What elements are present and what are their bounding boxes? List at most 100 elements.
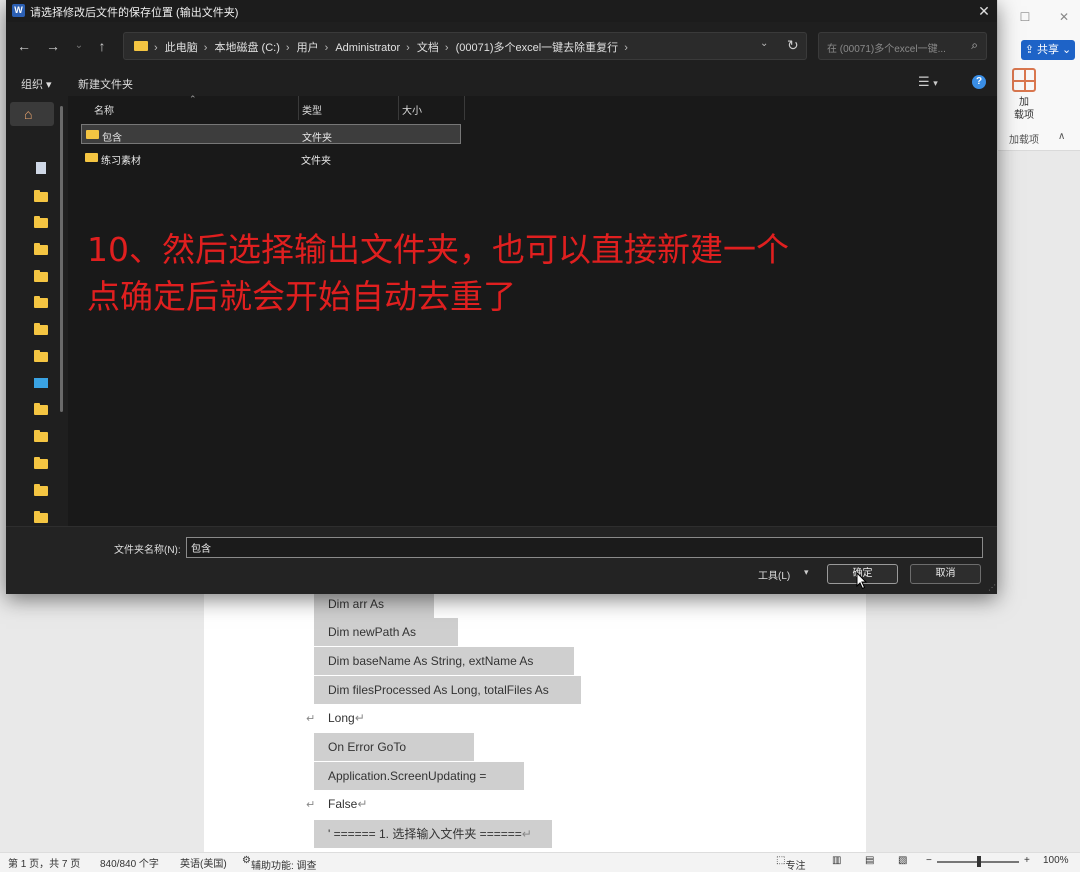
document-icon[interactable] <box>36 162 46 174</box>
search-placeholder: 在 (00071)多个excel一键... <box>827 44 946 55</box>
nav-folder-icon[interactable] <box>34 511 48 523</box>
breadcrumb-item[interactable]: 本地磁盘 (C:) <box>214 42 279 54</box>
list-item[interactable]: 包含 文件夹 <box>81 124 461 144</box>
column-header-size[interactable]: 大小 <box>402 102 422 117</box>
dialog-titlebar: W 请选择修改后文件的保存位置 (输出文件夹) ✕ <box>6 0 997 22</box>
nav-folder-icon[interactable] <box>34 296 48 308</box>
zoom-in-icon[interactable]: + <box>1024 855 1030 866</box>
code-line[interactable]: Application.ScreenUpdating = False↵ <box>314 762 524 811</box>
resize-grip-icon[interactable]: ⋰ <box>988 583 996 592</box>
web-layout-icon[interactable]: ▧ <box>898 855 907 866</box>
nav-folder-icon[interactable] <box>34 430 48 442</box>
chevron-down-icon[interactable]: ▾ <box>804 567 809 578</box>
print-layout-icon[interactable]: ▤ <box>865 855 874 866</box>
forward-arrow-icon[interactable]: → <box>43 36 63 56</box>
status-bar: 第 1 页，共 7 页 840/840 个字 英语(美国) ⚙ 辅助功能: 调查… <box>0 852 1080 872</box>
help-icon[interactable]: ? <box>972 75 986 89</box>
nav-folder-icon[interactable] <box>34 190 48 202</box>
column-divider[interactable] <box>298 96 299 120</box>
search-icon[interactable]: ⌕ <box>971 38 978 53</box>
pictures-icon[interactable] <box>34 378 48 388</box>
organize-menu[interactable]: 组织 ▾ <box>21 76 52 92</box>
code-line[interactable]: On Error GoTo ErrHandler↵ <box>314 733 474 782</box>
file-name: 包含 <box>102 133 122 144</box>
share-button[interactable]: ⇪ 共享 ⌄ <box>1021 40 1075 60</box>
folder-icon <box>85 153 98 162</box>
word-app-icon: W <box>12 4 25 17</box>
chevron-right-icon[interactable]: › <box>624 42 628 54</box>
nav-folder-icon[interactable] <box>34 403 48 415</box>
nav-folder-icon[interactable] <box>34 350 48 362</box>
column-header-type[interactable]: 类型 <box>302 102 322 117</box>
read-mode-icon[interactable]: ▥ <box>832 855 841 866</box>
dialog-footer: 文件夹名称(N): 工具(L) ▾ 确定 取消 <box>6 526 997 594</box>
close-icon[interactable]: ✕ <box>1054 8 1074 26</box>
chevron-down-icon[interactable]: ⌄ <box>760 38 768 49</box>
addins-icon[interactable] <box>1012 68 1036 92</box>
code-line[interactable]: Dim baseName As String, extName As Strin… <box>314 647 574 696</box>
collapse-ribbon-icon[interactable]: ∧ <box>1058 131 1065 142</box>
mouse-cursor-icon <box>856 572 868 590</box>
tutorial-annotation: 10、然后选择输出文件夹，也可以直接新建一个 点确定后就会开始自动去重了 <box>87 226 789 320</box>
code-text: ' ====== 1. 选择输入文件夹 ====== <box>328 827 522 841</box>
accessibility-label: 辅助功能: 调查 <box>250 861 317 872</box>
maximize-icon[interactable]: ☐ <box>1015 8 1035 26</box>
annotation-line: 点确定后就会开始自动去重了 <box>87 277 516 316</box>
breadcrumb: › 此电脑 › 本地磁盘 (C:) › 用户 › Administrator › 文档 ›… <box>152 39 632 55</box>
nav-folder-icon[interactable] <box>34 243 48 255</box>
code-line[interactable]: ' ====== 1. 选择输入文件夹 ======↵ <box>314 820 552 848</box>
code-line[interactable]: Dim newPath As String↵ <box>314 618 458 667</box>
new-folder-button[interactable]: 新建文件夹 <box>78 76 133 92</box>
list-item[interactable]: 练习素材 文件夹 <box>81 148 461 168</box>
back-arrow-icon[interactable]: ← <box>14 36 34 56</box>
nav-folder-icon[interactable] <box>34 457 48 469</box>
file-type: 文件夹 <box>301 156 331 167</box>
chevron-right-icon[interactable]: › <box>406 42 410 54</box>
dialog-close-button[interactable]: ✕ <box>974 2 994 20</box>
chevron-right-icon[interactable]: › <box>286 42 290 54</box>
folder-name-field[interactable] <box>186 537 983 558</box>
nav-scrollbar[interactable] <box>60 106 63 412</box>
zoom-level[interactable]: 100% <box>1043 855 1069 866</box>
search-input[interactable]: 在 (00071)多个excel一键... ⌕ <box>818 32 987 60</box>
view-options-icon[interactable]: ☰ ▾ <box>918 74 938 90</box>
addins-label[interactable]: 加 载项 <box>1004 96 1044 122</box>
zoom-out-icon[interactable]: − <box>926 855 932 866</box>
breadcrumb-item[interactable]: 此电脑 <box>165 42 198 54</box>
code-line[interactable]: Dim filesProcessed As Long, totalFiles A… <box>314 676 581 725</box>
nav-home[interactable]: ⌂ <box>10 102 54 126</box>
nav-folder-icon[interactable] <box>34 216 48 228</box>
breadcrumb-item[interactable]: 用户 <box>297 42 319 54</box>
navigation-pane: ⌂ <box>6 96 69 526</box>
breadcrumb-item[interactable]: 文档 <box>417 42 439 54</box>
home-icon: ⌂ <box>24 106 33 122</box>
cancel-button[interactable]: 取消 <box>910 564 981 584</box>
chevron-right-icon[interactable]: › <box>204 42 208 54</box>
up-arrow-icon[interactable]: ↑ <box>92 36 112 56</box>
breadcrumb-item[interactable]: Administrator <box>335 42 400 54</box>
folder-name-label: 文件夹名称(N): <box>114 545 181 556</box>
chevron-right-icon[interactable]: › <box>325 42 329 54</box>
accessibility-status[interactable]: ⚙ 辅助功能: 调查 <box>242 855 317 872</box>
breadcrumb-item[interactable]: (00071)多个excel一键去除重复行 <box>456 42 619 54</box>
address-bar[interactable]: › 此电脑 › 本地磁盘 (C:) › 用户 › Administrator › 文档 ›… <box>123 32 807 60</box>
file-type: 文件夹 <box>302 133 332 144</box>
nav-folder-icon[interactable] <box>34 484 48 496</box>
column-header-name[interactable]: 名称 <box>94 102 114 117</box>
paragraph-mark: ↵ <box>306 713 316 725</box>
file-name: 练习素材 <box>101 156 141 167</box>
dialog-title: 请选择修改后文件的保存位置 (输出文件夹) <box>30 7 239 19</box>
nav-folder-icon[interactable] <box>34 323 48 335</box>
column-divider[interactable] <box>464 96 465 120</box>
zoom-slider-thumb[interactable] <box>977 856 981 867</box>
annotation-line: 10、然后选择输出文件夹，也可以直接新建一个 <box>87 230 789 269</box>
chevron-right-icon[interactable]: › <box>445 42 449 54</box>
column-divider[interactable] <box>398 96 399 120</box>
recent-dropdown-icon[interactable]: ⌄ <box>69 36 89 56</box>
code-line[interactable]: Dim arr As Variant↵ <box>314 590 434 639</box>
focus-mode[interactable]: ⬚ 专注 <box>776 855 805 872</box>
paragraph-mark: ↵ <box>521 827 532 841</box>
tools-menu[interactable]: 工具(L) <box>758 567 790 582</box>
nav-folder-icon[interactable] <box>34 270 48 282</box>
refresh-icon[interactable]: ↻ <box>787 37 799 54</box>
